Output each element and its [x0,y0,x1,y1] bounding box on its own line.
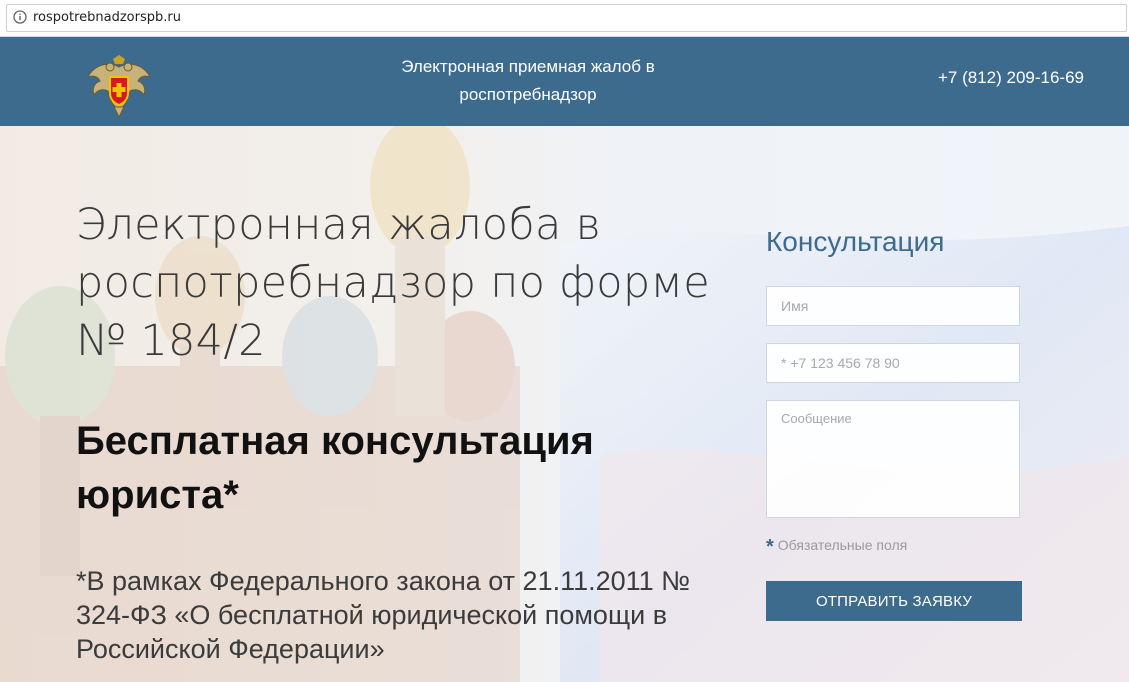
submit-button[interactable]: ОТПРАВИТЬ ЗАЯВКУ [766,581,1022,621]
site-header: Электронная приемная жалоб в роспотребна… [0,37,1129,126]
browser-address-bar: rospotrebnadzorspb.ru [0,0,1129,37]
main-title: Электронная жалоба в роспотребнадзор по … [76,200,710,366]
emblem-logo-icon[interactable] [86,55,152,117]
name-input[interactable] [766,286,1020,326]
phone-input[interactable] [766,343,1020,383]
consultation-subtitle: Бесплатная консультация юриста* [76,419,594,517]
required-star-icon: * [766,536,774,558]
info-circle-icon[interactable] [13,10,27,24]
url-box[interactable]: rospotrebnadzorspb.ru [6,4,1127,32]
required-fields-note: * Обязательные поля [766,536,907,559]
form-title: Консультация [766,226,945,257]
message-textarea[interactable] [766,400,1020,518]
header-title: Электронная приемная жалоб в роспотребна… [401,57,655,104]
url-text[interactable]: rospotrebnadzorspb.ru [33,10,181,25]
hero-section: Электронная жалоба в роспотребнадзор по … [0,126,1129,682]
law-footnote: *В рамках Федерального закона от 21.11.2… [76,566,691,664]
header-phone-link[interactable]: +7 (812) 209-16-69 [926,68,1096,88]
required-fields-label: Обязательные поля [777,537,908,553]
